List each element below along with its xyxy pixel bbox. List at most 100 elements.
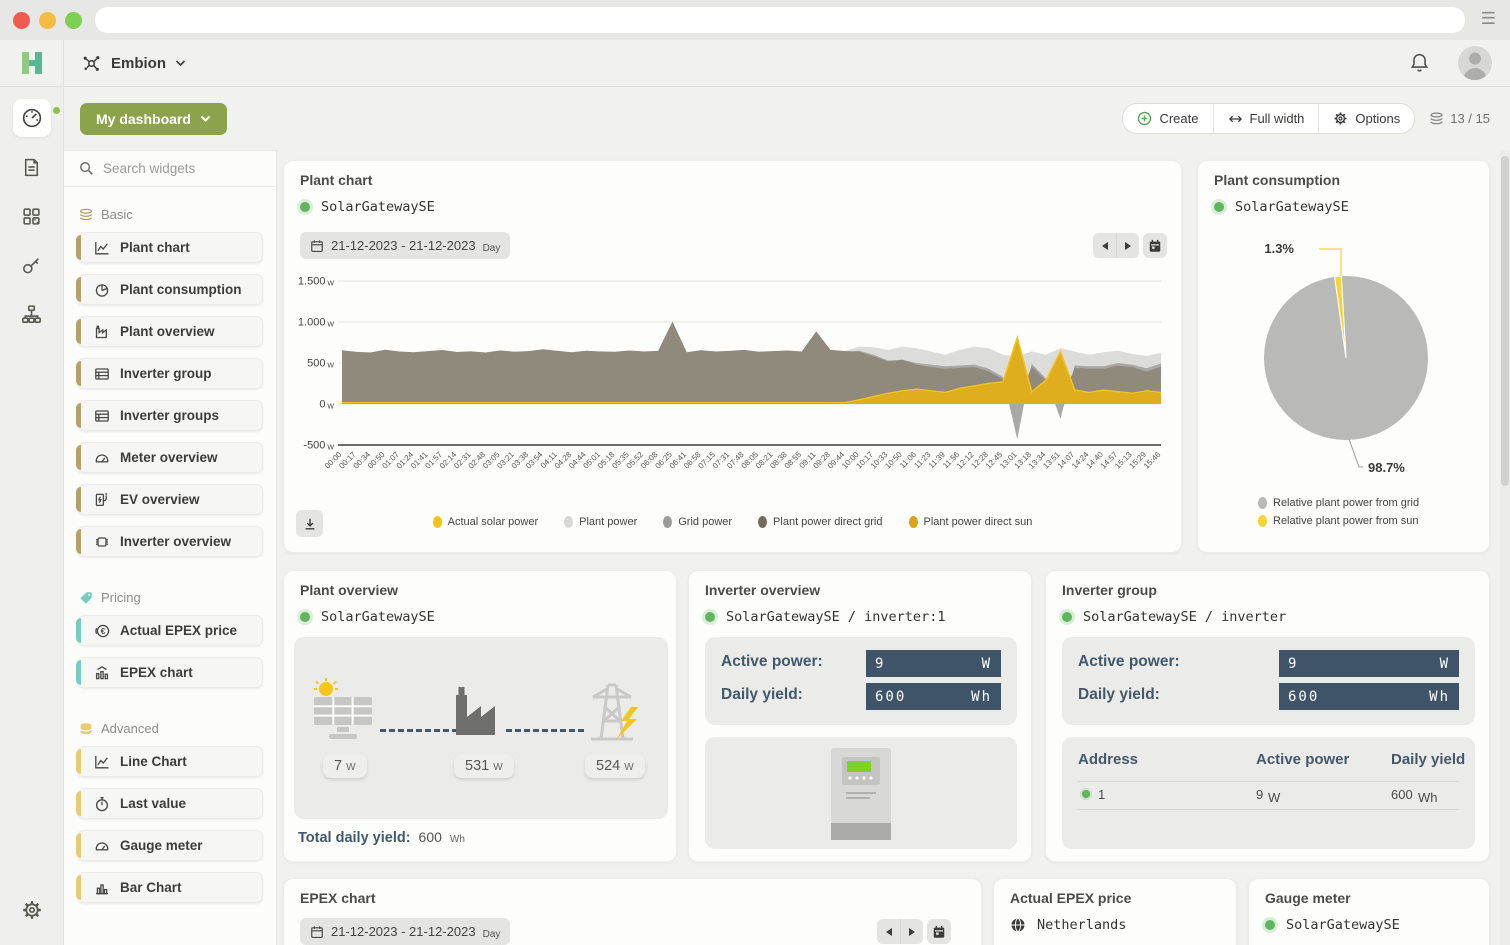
- nav-dashboards[interactable]: [13, 99, 51, 137]
- nav-hierarchy[interactable]: [13, 295, 51, 333]
- options-button[interactable]: Options: [1318, 104, 1414, 133]
- legend-item-actual-solar-power[interactable]: Actual solar power: [433, 516, 539, 528]
- prev-period-button[interactable]: [1093, 233, 1116, 258]
- nav-widgets[interactable]: [13, 197, 51, 235]
- calendar-today-icon: [1148, 239, 1162, 253]
- widget-item-plant-chart[interactable]: Plant chart: [77, 232, 263, 263]
- nav-invoices[interactable]: [13, 148, 51, 186]
- widget-item-inverter-group[interactable]: Inverter group: [77, 358, 263, 389]
- legend-dot: [433, 516, 442, 528]
- toolbar-button-group: Create Full width Op: [1122, 103, 1415, 134]
- coin-icon: €: [94, 623, 110, 639]
- widget-item-bar-chart[interactable]: Bar Chart: [77, 872, 263, 903]
- app-logo[interactable]: [0, 40, 64, 86]
- widget-item-line-chart[interactable]: Line Chart: [77, 746, 263, 777]
- period-label: Day: [483, 243, 501, 254]
- next-period-button[interactable]: [1116, 233, 1139, 258]
- inverter-overview-widget[interactable]: Inverter overview SolarGatewaySE / inver…: [688, 570, 1032, 862]
- close-window-button[interactable]: [13, 12, 30, 29]
- next-period-button[interactable]: [900, 919, 923, 944]
- legend-item-relative-plant-power-from-grid[interactable]: Relative plant power from grid: [1258, 497, 1419, 509]
- widget-item-actual-epex-price[interactable]: € Actual EPEX price: [77, 615, 263, 646]
- widget-item-label: Inverter groups: [120, 408, 219, 423]
- epex-chart-widget[interactable]: EPEX chart 21-12-2023 - 21-12-2023 Day: [283, 878, 982, 945]
- power-tower-icon: [581, 677, 643, 743]
- scrollbar[interactable]: [1500, 150, 1510, 945]
- widget-item-inverter-groups[interactable]: Inverter groups: [77, 400, 263, 431]
- widget-item-epex-chart[interactable]: EPEX chart: [77, 657, 263, 688]
- widget-item-plant-overview[interactable]: Plant overview: [77, 316, 263, 347]
- legend-item-grid-power[interactable]: Grid power: [663, 516, 732, 528]
- browser-menu-icon[interactable]: ☰: [1481, 9, 1496, 29]
- widget-item-meter-overview[interactable]: Meter overview: [77, 442, 263, 473]
- legend-label: Grid power: [678, 516, 732, 528]
- gauge-icon: [94, 450, 110, 466]
- widget-item-label: Last value: [120, 796, 186, 811]
- prev-period-button[interactable]: [877, 919, 900, 944]
- scrollbar-thumb[interactable]: [1501, 156, 1509, 486]
- widget-item-label: Actual EPEX price: [120, 623, 237, 638]
- widget-item-last-value[interactable]: Last value: [77, 788, 263, 819]
- legend-item-relative-plant-power-from-sun[interactable]: Relative plant power from sun: [1258, 515, 1419, 527]
- jump-to-today-button[interactable]: [927, 919, 951, 944]
- widget-item-ev-overview[interactable]: EV overview: [77, 484, 263, 515]
- stat-label: Daily yield:: [1078, 686, 1160, 704]
- legend-item-plant-power[interactable]: Plant power: [564, 516, 637, 528]
- pie-icon: [94, 282, 110, 298]
- maximize-window-button[interactable]: [65, 12, 82, 29]
- device-row: SolarGatewaySE: [300, 609, 435, 625]
- section-label: Advanced: [101, 721, 159, 736]
- create-button[interactable]: Create: [1123, 104, 1212, 133]
- inverter-group-widget[interactable]: Inverter group SolarGatewaySE / inverter…: [1045, 570, 1490, 862]
- plant-chart-widget[interactable]: Plant chart SolarGatewaySE 21-12-2023 - …: [283, 160, 1182, 553]
- widget-title: Inverter group: [1062, 582, 1157, 598]
- cell-active-power: 9: [1256, 787, 1263, 802]
- search-input[interactable]: [103, 161, 253, 176]
- plant-overview-widget[interactable]: Plant overview SolarGatewaySE: [283, 570, 677, 862]
- full-width-button[interactable]: Full width: [1213, 104, 1319, 133]
- plant-power-unit: W: [493, 762, 502, 773]
- widget-item-label: Plant consumption: [120, 282, 242, 297]
- widget-item-label: EPEX chart: [120, 665, 193, 680]
- legend-label: Plant power: [579, 516, 637, 528]
- legend-item-plant-power-direct-grid[interactable]: Plant power direct grid: [758, 516, 882, 528]
- active-power-unit: W: [982, 656, 992, 672]
- widget-item-label: Bar Chart: [120, 880, 182, 895]
- widget-item-gauge-meter[interactable]: Gauge meter: [77, 830, 263, 861]
- actual-epex-price-widget[interactable]: Actual EPEX price Netherlands: [993, 878, 1237, 945]
- org-switcher[interactable]: Embion: [64, 40, 186, 86]
- svg-text:1.3%: 1.3%: [1264, 241, 1294, 256]
- legend-label: Actual solar power: [448, 516, 539, 528]
- device-row: SolarGatewaySE: [1265, 917, 1400, 933]
- device-image-panel: [705, 737, 1017, 849]
- widget-item-plant-consumption[interactable]: Plant consumption: [77, 274, 263, 305]
- stopwatch-icon: [94, 796, 110, 812]
- notifications-bell-icon[interactable]: [1409, 52, 1430, 74]
- status-dot: [300, 202, 310, 212]
- calendar-icon: [310, 239, 324, 253]
- date-range-picker[interactable]: 21-12-2023 - 21-12-2023 Day: [300, 918, 510, 945]
- dashboard-selector-button[interactable]: My dashboard: [80, 103, 227, 135]
- widgets-grid-icon: [21, 206, 42, 227]
- legend-dot: [1258, 497, 1267, 509]
- widget-item-label: Line Chart: [120, 754, 187, 769]
- drag-accent: [76, 319, 81, 344]
- widget-item-inverter-overview[interactable]: Inverter overview: [77, 526, 263, 557]
- factory-icon: [94, 324, 110, 340]
- user-avatar[interactable]: [1458, 46, 1492, 80]
- legend-item-plant-power-direct-sun[interactable]: Plant power direct sun: [909, 516, 1033, 528]
- svg-text:1.500 W: 1.500 W: [298, 276, 334, 288]
- minimize-window-button[interactable]: [39, 12, 56, 29]
- plant-consumption-widget[interactable]: Plant consumption SolarGatewaySE 1.3%98.…: [1197, 160, 1490, 553]
- solar-panel-icon: [310, 677, 378, 743]
- cell-active-power-unit: W: [1268, 790, 1280, 805]
- date-range-picker[interactable]: 21-12-2023 - 21-12-2023 Day: [300, 232, 510, 259]
- full-width-label: Full width: [1250, 111, 1305, 126]
- legend-label: Relative plant power from grid: [1273, 497, 1419, 509]
- section-header-basic: Basic: [79, 207, 263, 222]
- nav-api-keys[interactable]: [13, 246, 51, 284]
- nav-settings[interactable]: [13, 891, 51, 929]
- gauge-meter-widget[interactable]: Gauge meter SolarGatewaySE: [1248, 878, 1490, 945]
- jump-to-today-button[interactable]: [1143, 233, 1167, 258]
- url-bar[interactable]: [95, 7, 1465, 33]
